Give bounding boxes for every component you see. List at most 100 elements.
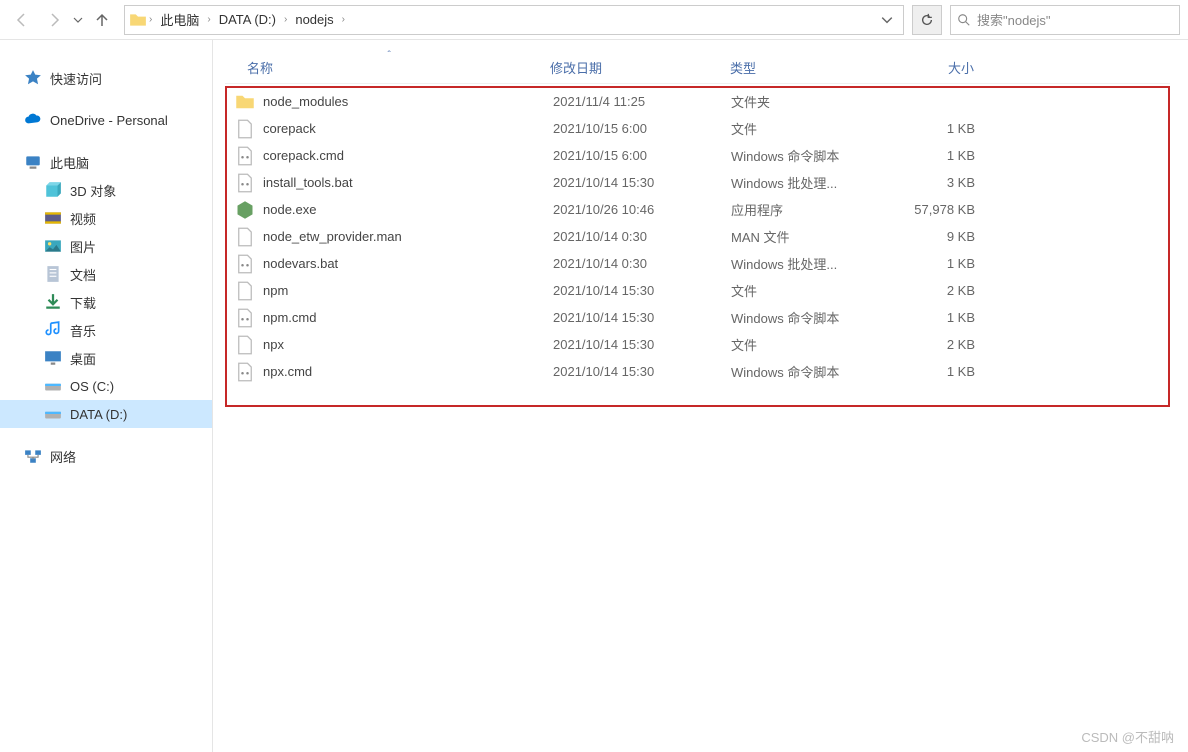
search-input[interactable]: 搜索"nodejs" bbox=[950, 5, 1180, 35]
breadcrumb-item[interactable]: 此电脑 bbox=[154, 10, 205, 29]
file-date: 2021/10/15 6:00 bbox=[553, 121, 731, 136]
watermark: CSDN @不甜呐 bbox=[1081, 727, 1174, 746]
file-date: 2021/10/14 15:30 bbox=[553, 337, 731, 352]
chevron-right-icon[interactable]: › bbox=[282, 14, 289, 25]
history-dropdown-icon[interactable] bbox=[72, 15, 84, 25]
sidebar-network[interactable]: 网络 bbox=[0, 442, 212, 470]
downloads-icon bbox=[44, 293, 62, 311]
file-name: npx.cmd bbox=[263, 364, 553, 379]
file-row[interactable]: node.exe2021/10/26 10:46应用程序57,978 KB bbox=[227, 196, 1168, 223]
file-size: 1 KB bbox=[891, 364, 981, 379]
sidebar-this-pc[interactable]: 此电脑 bbox=[0, 148, 212, 176]
drive-icon bbox=[44, 377, 62, 395]
address-bar[interactable]: › 此电脑 › DATA (D:) › nodejs › bbox=[124, 5, 904, 35]
sidebar-item[interactable]: DATA (D:) bbox=[0, 400, 212, 428]
sidebar-item[interactable]: 图片 bbox=[0, 232, 212, 260]
cmd-icon bbox=[235, 362, 255, 382]
sidebar-item[interactable]: 下载 bbox=[0, 288, 212, 316]
3d-icon bbox=[44, 181, 62, 199]
address-dropdown-icon[interactable] bbox=[875, 14, 899, 26]
pc-icon bbox=[24, 153, 42, 171]
sidebar-item-label: 音乐 bbox=[70, 321, 96, 340]
file-row[interactable]: corepack2021/10/15 6:00文件1 KB bbox=[227, 115, 1168, 142]
folder-icon bbox=[129, 11, 147, 29]
file-row[interactable]: node_etw_provider.man2021/10/14 0:30MAN … bbox=[227, 223, 1168, 250]
sidebar-item[interactable]: 3D 对象 bbox=[0, 176, 212, 204]
file-icon bbox=[235, 281, 255, 301]
documents-icon bbox=[44, 265, 62, 283]
file-size: 2 KB bbox=[891, 283, 981, 298]
sidebar-item-label: 视频 bbox=[70, 209, 96, 228]
file-row[interactable]: npx2021/10/14 15:30文件2 KB bbox=[227, 331, 1168, 358]
file-date: 2021/10/15 6:00 bbox=[553, 148, 731, 163]
file-date: 2021/10/14 15:30 bbox=[553, 364, 731, 379]
sidebar-onedrive[interactable]: OneDrive - Personal bbox=[0, 106, 212, 134]
chevron-right-icon[interactable]: › bbox=[340, 14, 347, 25]
file-row[interactable]: nodevars.bat2021/10/14 0:30Windows 批处理..… bbox=[227, 250, 1168, 277]
file-row[interactable]: npx.cmd2021/10/14 15:30Windows 命令脚本1 KB bbox=[227, 358, 1168, 385]
file-icon bbox=[235, 335, 255, 355]
sidebar-item-label: 3D 对象 bbox=[70, 181, 116, 200]
sort-asc-icon: ˆ bbox=[388, 50, 391, 61]
file-row[interactable]: npm.cmd2021/10/14 15:30Windows 命令脚本1 KB bbox=[227, 304, 1168, 331]
column-header-size[interactable]: 大小 bbox=[890, 58, 980, 77]
sidebar-item-label: 图片 bbox=[70, 237, 96, 256]
sidebar-item-label: OS (C:) bbox=[70, 379, 114, 394]
file-type: MAN 文件 bbox=[731, 227, 891, 246]
refresh-button[interactable] bbox=[912, 5, 942, 35]
breadcrumb-item[interactable]: DATA (D:) bbox=[213, 12, 282, 27]
file-name: node_modules bbox=[263, 94, 553, 109]
cloud-icon bbox=[24, 111, 42, 129]
search-placeholder: 搜索"nodejs" bbox=[977, 10, 1051, 29]
file-type: Windows 命令脚本 bbox=[731, 308, 891, 327]
sidebar-quick-access[interactable]: 快速访问 bbox=[0, 64, 212, 92]
drive-icon bbox=[44, 405, 62, 423]
cmd-icon bbox=[235, 146, 255, 166]
star-icon bbox=[24, 69, 42, 87]
sidebar-item[interactable]: 视频 bbox=[0, 204, 212, 232]
column-header-type[interactable]: 类型 bbox=[730, 58, 890, 77]
chevron-right-icon[interactable]: › bbox=[205, 14, 212, 25]
desktop-icon bbox=[44, 349, 62, 367]
file-name: npm bbox=[263, 283, 553, 298]
file-icon bbox=[235, 119, 255, 139]
column-header-date[interactable]: 修改日期 bbox=[550, 58, 730, 77]
bat-icon bbox=[235, 173, 255, 193]
file-size: 1 KB bbox=[891, 256, 981, 271]
sidebar-item[interactable]: 文档 bbox=[0, 260, 212, 288]
file-date: 2021/10/14 15:30 bbox=[553, 283, 731, 298]
column-header-name[interactable]: 名称 ˆ bbox=[225, 58, 550, 77]
file-type: 应用程序 bbox=[731, 200, 891, 219]
file-name: node_etw_provider.man bbox=[263, 229, 553, 244]
file-name: npx bbox=[263, 337, 553, 352]
node-icon bbox=[235, 200, 255, 220]
file-size: 1 KB bbox=[891, 121, 981, 136]
file-pane: 名称 ˆ 修改日期 类型 大小 node_modules2021/11/4 11… bbox=[213, 40, 1188, 752]
file-name: nodevars.bat bbox=[263, 256, 553, 271]
back-button[interactable] bbox=[8, 6, 36, 34]
file-row[interactable]: npm2021/10/14 15:30文件2 KB bbox=[227, 277, 1168, 304]
file-row[interactable]: corepack.cmd2021/10/15 6:00Windows 命令脚本1… bbox=[227, 142, 1168, 169]
sidebar-item-label: DATA (D:) bbox=[70, 407, 127, 422]
file-type: 文件 bbox=[731, 335, 891, 354]
file-size: 9 KB bbox=[891, 229, 981, 244]
file-name: install_tools.bat bbox=[263, 175, 553, 190]
file-type: 文件 bbox=[731, 281, 891, 300]
chevron-right-icon[interactable]: › bbox=[147, 14, 154, 25]
file-date: 2021/10/14 15:30 bbox=[553, 310, 731, 325]
file-size: 1 KB bbox=[891, 148, 981, 163]
sidebar-item-label: 文档 bbox=[70, 265, 96, 284]
file-date: 2021/10/26 10:46 bbox=[553, 202, 731, 217]
sidebar-item[interactable]: OS (C:) bbox=[0, 372, 212, 400]
file-row[interactable]: node_modules2021/11/4 11:25文件夹 bbox=[227, 88, 1168, 115]
up-button[interactable] bbox=[88, 6, 116, 34]
breadcrumb-item[interactable]: nodejs bbox=[289, 12, 339, 27]
file-icon bbox=[235, 227, 255, 247]
file-name: npm.cmd bbox=[263, 310, 553, 325]
video-icon bbox=[44, 209, 62, 227]
sidebar-item[interactable]: 桌面 bbox=[0, 344, 212, 372]
forward-button[interactable] bbox=[40, 6, 68, 34]
file-row[interactable]: install_tools.bat2021/10/14 15:30Windows… bbox=[227, 169, 1168, 196]
sidebar-item[interactable]: 音乐 bbox=[0, 316, 212, 344]
file-type: 文件夹 bbox=[731, 92, 891, 111]
